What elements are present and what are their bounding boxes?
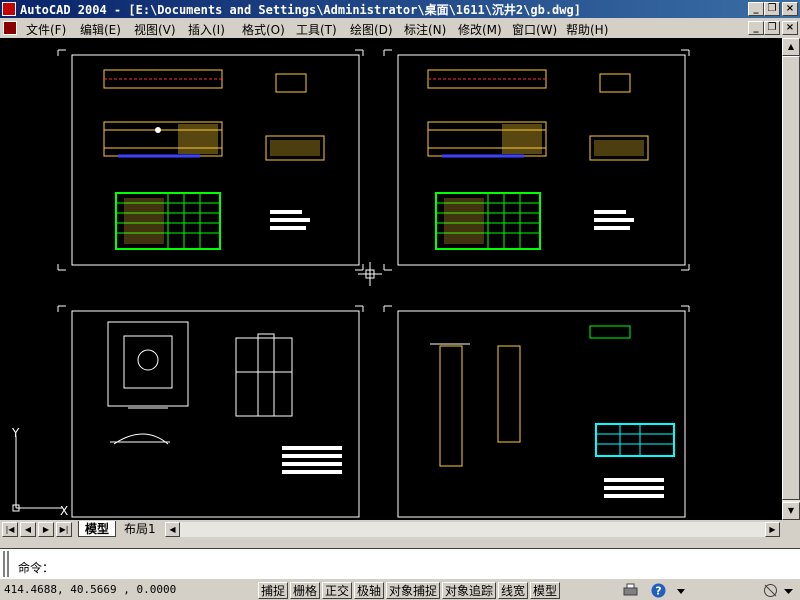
menu-file[interactable]: 文件(F) — [26, 21, 66, 38]
document-icon[interactable] — [3, 21, 17, 35]
command-line[interactable]: 命令： — [0, 548, 800, 579]
trade-center-icon[interactable] — [762, 582, 779, 599]
toggle-grid[interactable]: 栅格 — [290, 582, 321, 599]
layout-tab-bar: |◀ ◀ ▶ ▶| 模型 布局1 ◀ ▶ — [0, 520, 800, 538]
menu-modify[interactable]: 修改(M) — [458, 21, 502, 38]
title-bar[interactable]: AutoCAD 2004 - [E:\Documents and Setting… — [0, 0, 800, 18]
vertical-scrollbar[interactable]: ▲ ▼ — [782, 38, 800, 520]
toggle-otrack[interactable]: 对象追踪 — [442, 582, 497, 599]
ucs-y-label: Y — [12, 426, 20, 440]
last-tab-icon[interactable]: ▶| — [56, 522, 72, 537]
command-grip[interactable] — [3, 551, 9, 577]
menu-help[interactable]: 帮助(H) — [566, 21, 608, 38]
menu-draw[interactable]: 绘图(D) — [350, 21, 393, 38]
menu-window[interactable]: 窗口(W) — [512, 21, 557, 38]
close-button[interactable]: × — [782, 2, 798, 16]
autocad-icon[interactable] — [2, 2, 16, 16]
sheet-top-right — [383, 49, 690, 271]
help-icon[interactable]: ? — [650, 582, 667, 599]
coordinate-readout: 414.4688, 40.5669 , 0.0000 — [4, 583, 177, 596]
tray-dropdown-icon[interactable] — [782, 582, 796, 599]
scroll-up-icon[interactable]: ▲ — [782, 38, 800, 56]
restore-button[interactable]: ❐ — [764, 2, 780, 16]
menu-dimension[interactable]: 标注(N) — [404, 21, 446, 38]
toggle-ortho[interactable]: 正交 — [322, 582, 353, 599]
dropdown-icon[interactable] — [676, 582, 686, 599]
printer-icon[interactable] — [622, 582, 639, 599]
sheet-bottom-left — [57, 305, 364, 518]
scroll-right-icon[interactable]: ▶ — [765, 522, 780, 537]
first-tab-icon[interactable]: |◀ — [2, 522, 18, 537]
menu-insert[interactable]: 插入(I) — [188, 21, 225, 38]
tab-layout1[interactable]: 布局1 — [118, 521, 162, 537]
toggle-osnap[interactable]: 对象捕捉 — [386, 582, 441, 599]
status-bar: 414.4688, 40.5669 , 0.0000 捕捉 栅格 正交 极轴 对… — [0, 580, 800, 600]
prev-tab-icon[interactable]: ◀ — [20, 522, 36, 537]
crosshair-cursor — [358, 262, 382, 286]
toggle-snap[interactable]: 捕捉 — [258, 582, 289, 599]
horizontal-scrollbar[interactable]: ◀ ▶ — [165, 522, 780, 537]
menu-tools[interactable]: 工具(T) — [296, 21, 337, 38]
tab-model[interactable]: 模型 — [78, 521, 117, 537]
toggle-lineweight[interactable]: 线宽 — [498, 582, 529, 599]
doc-minimize-button[interactable]: _ — [748, 21, 764, 35]
scroll-left-icon[interactable]: ◀ — [165, 522, 180, 537]
toggle-polar[interactable]: 极轴 — [354, 582, 385, 599]
drawing-canvas[interactable]: Y X — [0, 38, 782, 520]
menu-view[interactable]: 视图(V) — [134, 21, 176, 38]
minimize-button[interactable]: _ — [748, 2, 764, 16]
menu-edit[interactable]: 编辑(E) — [80, 21, 121, 38]
window-title: AutoCAD 2004 - [E:\Documents and Setting… — [20, 3, 581, 17]
command-prompt: 命令： — [18, 561, 55, 575]
next-tab-icon[interactable]: ▶ — [38, 522, 54, 537]
doc-restore-button[interactable]: ❐ — [764, 21, 780, 35]
sheet-bottom-right — [383, 305, 690, 518]
menu-bar: 文件(F) 编辑(E) 视图(V) 插入(I) 格式(O) 工具(T) 绘图(D… — [0, 18, 800, 38]
doc-close-button[interactable]: × — [782, 21, 798, 35]
ucs-x-label: X — [60, 504, 69, 518]
toggle-model[interactable]: 模型 — [530, 582, 561, 599]
drawing-sheets — [57, 49, 690, 518]
scroll-down-icon[interactable]: ▼ — [782, 502, 800, 520]
sheet-top-left — [57, 49, 364, 271]
svg-text:?: ? — [655, 585, 661, 598]
menu-format[interactable]: 格式(O) — [242, 21, 285, 38]
vertical-scroll-thumb[interactable] — [782, 56, 800, 500]
